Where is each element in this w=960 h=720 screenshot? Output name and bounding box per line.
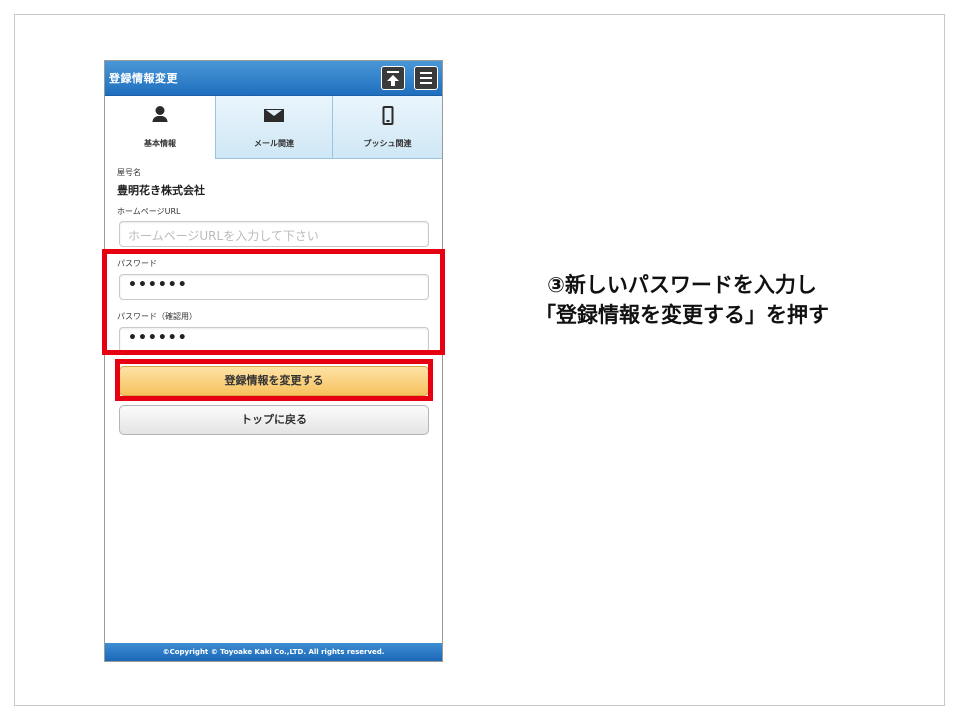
menu-button[interactable] [414,66,438,90]
shop-name-label: 屋号名 [117,168,141,177]
tab-basic-info[interactable]: 基本情報 [105,96,216,159]
tab-mail-settings[interactable]: メール関連 [216,96,333,159]
tab-bar: 基本情報 メール関連 プッシュ関連 [105,96,442,159]
tab-label: プッシュ関連 [363,139,412,148]
scroll-top-button[interactable] [381,66,405,90]
homepage-placeholder: ホームページURLを入力して下さい [128,229,319,243]
tab-label: メール関連 [254,139,294,148]
homepage-url-input[interactable]: ホームページURLを入力して下さい [119,221,429,247]
footer-copyright: ©Copyright © Toyoake Kaki Co.,LTD. All r… [105,643,442,661]
back-to-top-button[interactable]: トップに戻る [119,405,429,435]
header-title: 登録情報変更 [109,72,178,85]
instruction-text: ③新しいパスワードを入力し 「登録情報を変更する」を押す [492,270,872,330]
submit-highlight-box [115,359,433,401]
user-icon [152,106,168,122]
tab-push-settings[interactable]: プッシュ関連 [333,96,442,159]
phone-screen: 登録情報変更 基本情報 メール関連 プッシュ関連 屋号名 豊明花き株式会社 ホー… [102,60,445,662]
tab-label: 基本情報 [144,139,176,148]
shop-name-value: 豊明花き株式会社 [117,184,205,197]
mail-icon [264,106,284,122]
homepage-label: ホームページURL [117,207,181,216]
smartphone-icon [382,106,393,125]
instruction-line-1: ③新しいパスワードを入力し [547,273,817,297]
back-to-top-label: トップに戻る [241,413,307,426]
instruction-line-2: 「登録情報を変更する」を押す [535,303,829,327]
password-highlight-box [102,249,445,355]
app-header: 登録情報変更 [105,61,442,96]
